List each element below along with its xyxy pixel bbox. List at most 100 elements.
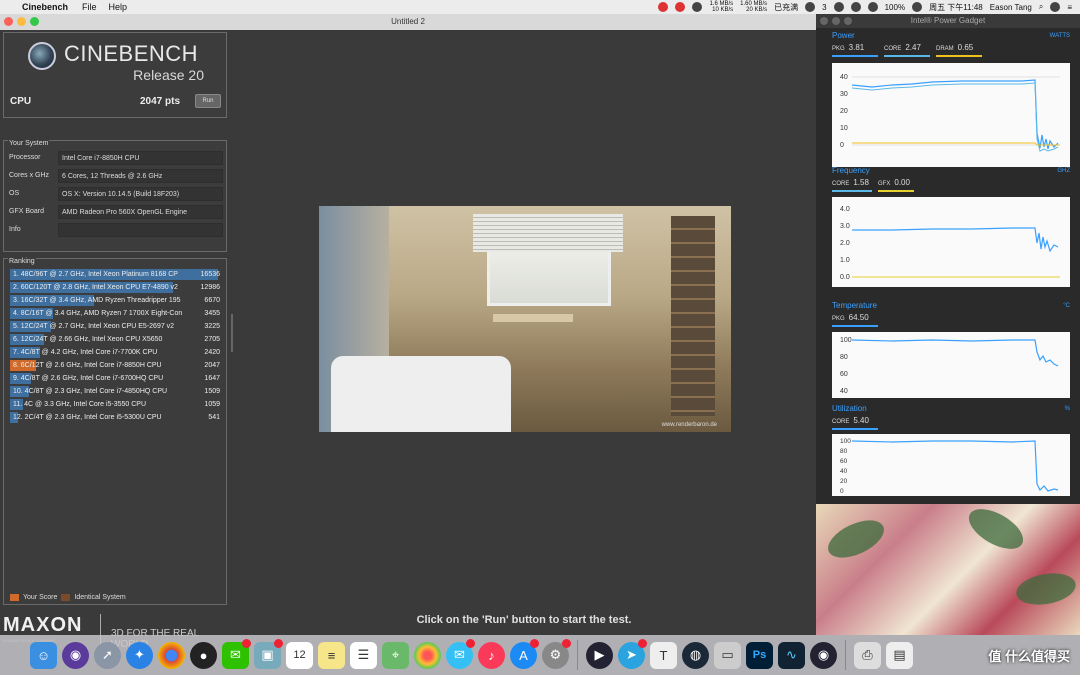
minimize-button[interactable]	[17, 17, 26, 26]
ranking-row-your-score[interactable]: 8. 6C/12T @ 2.6 GHz, Intel Core i7-8850H…	[10, 360, 222, 371]
charging-status[interactable]: 已充满	[774, 2, 798, 13]
zoom-button[interactable]	[844, 17, 852, 25]
user-name[interactable]: Eason Tang	[990, 3, 1032, 12]
system-value: AMD Radeon Pro 560X OpenGL Engine	[58, 205, 223, 219]
printer-icon[interactable]: ⎙	[854, 641, 881, 669]
wechat-icon[interactable]: ✉	[222, 638, 251, 669]
siri-icon[interactable]: ◉	[62, 641, 89, 669]
cinebench-window: Untitled 2 CINEBENCH Release 20 CPU 2047…	[0, 14, 816, 650]
frequency-chart-svg: 4.0 3.0 2.0 1.0 0.0	[840, 206, 1060, 281]
zoom-button[interactable]	[30, 17, 39, 26]
system-row-cores: Cores x GHz 6 Cores, 12 Threads @ 2.6 GH…	[9, 169, 223, 183]
ranking-row[interactable]: 1. 48C/96T @ 2.7 GHz, Intel Xeon Platinu…	[10, 269, 222, 280]
telegram-icon[interactable]: ➤	[618, 638, 647, 669]
safari-icon[interactable]: ✦	[126, 641, 153, 669]
ranking-label: 2. 60C/120T @ 2.8 GHz, Intel Xeon CPU E7…	[13, 284, 178, 291]
render-shelf	[671, 216, 715, 416]
power-ytick: 40	[840, 74, 848, 81]
appstore-badge	[530, 638, 539, 648]
menu-bar: Cinebench File Help 1.6 MB/s 10 KB/s 1.60…	[0, 0, 1080, 14]
calendar-icon[interactable]: 12	[286, 641, 313, 669]
status-app-icon[interactable]	[675, 2, 686, 12]
frequency-chart: 4.0 3.0 2.0 1.0 0.0	[832, 197, 1070, 287]
launchpad-icon[interactable]: ➚	[94, 641, 121, 669]
ranking-row[interactable]: 10. 4C/8T @ 2.3 GHz, Intel Core i7-4850H…	[10, 386, 222, 397]
net-speed-2: 1.60 MB/s 20 KB/s	[740, 1, 768, 13]
ranking-label: 1. 48C/96T @ 2.7 GHz, Intel Xeon Platinu…	[13, 271, 178, 278]
wallpaper-leaf	[822, 512, 890, 566]
frequency-unit: GHZ	[1057, 168, 1070, 174]
system-key: OS	[9, 190, 20, 197]
utilization-chart: 100 80 60 40 20 0	[832, 434, 1070, 496]
ranking-score: 2705	[204, 336, 220, 343]
wallpaper-leaf	[962, 504, 1030, 557]
wifi-icon[interactable]	[867, 2, 878, 12]
appstore-icon[interactable]: A	[510, 638, 539, 669]
ranking-label: 6. 12C/24T @ 2.66 GHz, Intel Xeon CPU X5…	[13, 336, 163, 343]
utilization-ytick: 80	[840, 448, 848, 455]
preview-icon[interactable]: ▣	[254, 638, 283, 669]
photos-icon[interactable]	[414, 641, 441, 669]
finder-icon[interactable]: ☺	[30, 641, 57, 669]
clock[interactable]: 周五 下午11:48	[929, 2, 983, 13]
activity-monitor-icon[interactable]: ∿	[778, 641, 805, 669]
messages-badge	[466, 638, 475, 648]
music-icon[interactable]: ♪	[478, 641, 505, 669]
qq-icon[interactable]: ●	[190, 641, 217, 669]
search-icon[interactable]: ⌕	[1039, 2, 1043, 12]
ranking-row[interactable]: 9. 4C/8T @ 2.6 GHz, Intel Core i7-6700HQ…	[10, 373, 222, 384]
frequency-ytick: 3.0	[840, 223, 850, 230]
menu-app-name[interactable]: Cinebench	[22, 2, 68, 12]
maps-icon[interactable]: ⌖	[382, 641, 409, 669]
notification-center-icon[interactable]: ≡	[1067, 3, 1072, 12]
ranking-row[interactable]: 3. 16C/32T @ 3.4 GHz, AMD Ryzen Threadri…	[10, 295, 222, 306]
power-ytick: 10	[840, 125, 848, 132]
menu-file[interactable]: File	[82, 2, 97, 12]
ranking-row[interactable]: 6. 12C/24T @ 2.66 GHz, Intel Xeon CPU X5…	[10, 334, 222, 345]
siri-status-icon[interactable]	[1050, 2, 1061, 12]
utilization-ytick: 100	[840, 438, 851, 445]
ranking-row[interactable]: 7. 4C/8T @ 4.2 GHz, Intel Core i7-7700K …	[10, 347, 222, 358]
ranking-score: 3225	[204, 323, 220, 330]
wechat-status-icon[interactable]	[805, 2, 816, 12]
chrome-icon[interactable]	[158, 641, 185, 669]
messages-icon[interactable]: ✉	[446, 638, 475, 669]
temperature-ytick: 40	[840, 388, 848, 395]
temperature-ytick: 60	[840, 371, 848, 378]
power-chart: 40 30 20 10 0	[832, 63, 1070, 167]
ranking-row[interactable]: 11. 4C @ 3.3 GHz, Intel Core i5-3550 CPU…	[10, 399, 222, 410]
typora-icon[interactable]: T	[650, 641, 677, 669]
ranking-row[interactable]: 4. 8C/16T @ 3.4 GHz, AMD Ryzen 7 1700X E…	[10, 308, 222, 319]
screenshot-icon[interactable]: ▭	[714, 641, 741, 669]
downloads-icon[interactable]: ▤	[886, 641, 913, 669]
cinebench-icon[interactable]: ◉	[810, 641, 837, 669]
power-section: Power WATTS PKG 3.81 CORE 2.47 DRAM 0.65 40…	[816, 31, 1080, 171]
ranking-row[interactable]: 2. 60C/120T @ 2.8 GHz, Intel Xeon CPU E7…	[10, 282, 222, 293]
input-method-icon[interactable]	[912, 2, 923, 12]
ranking-row[interactable]: 12. 2C/4T @ 2.3 GHz, Intel Core i5-5300U…	[10, 412, 222, 423]
qq-status-icon[interactable]	[833, 2, 844, 12]
panel-resize-handle[interactable]	[231, 314, 233, 352]
ranking-row[interactable]: 5. 12C/24T @ 2.7 GHz, Intel Xeon CPU E5-…	[10, 321, 222, 332]
reminders-icon[interactable]: ☰	[350, 641, 377, 669]
run-button[interactable]: Run	[195, 94, 221, 108]
menu-help[interactable]: Help	[109, 2, 128, 12]
close-button[interactable]	[4, 17, 13, 26]
status-app-icon[interactable]	[658, 2, 669, 12]
photoshop-icon[interactable]: Ps	[746, 641, 773, 669]
system-row-os: OS OS X: Version 10.14.5 (Build 18F203)	[9, 187, 223, 201]
minimize-button[interactable]	[832, 17, 840, 25]
watermark-brand: 值 什么值得买	[988, 648, 1070, 664]
battery-percent[interactable]: 100%	[885, 3, 905, 12]
system-key: GFX Board	[9, 208, 45, 215]
notes-icon[interactable]: ≡	[318, 641, 345, 669]
settings-icon[interactable]: ⚙	[542, 638, 571, 669]
quicktime-icon[interactable]: ▶	[586, 641, 613, 669]
bluetooth-icon[interactable]	[850, 2, 861, 12]
close-button[interactable]	[820, 17, 828, 25]
info-field[interactable]	[58, 223, 223, 237]
system-key: Info	[9, 226, 21, 233]
status-app-icon[interactable]	[692, 2, 703, 12]
steam-icon[interactable]: ◍	[682, 641, 709, 669]
net-speed-1: 1.6 MB/s 10 KB/s	[709, 1, 734, 13]
